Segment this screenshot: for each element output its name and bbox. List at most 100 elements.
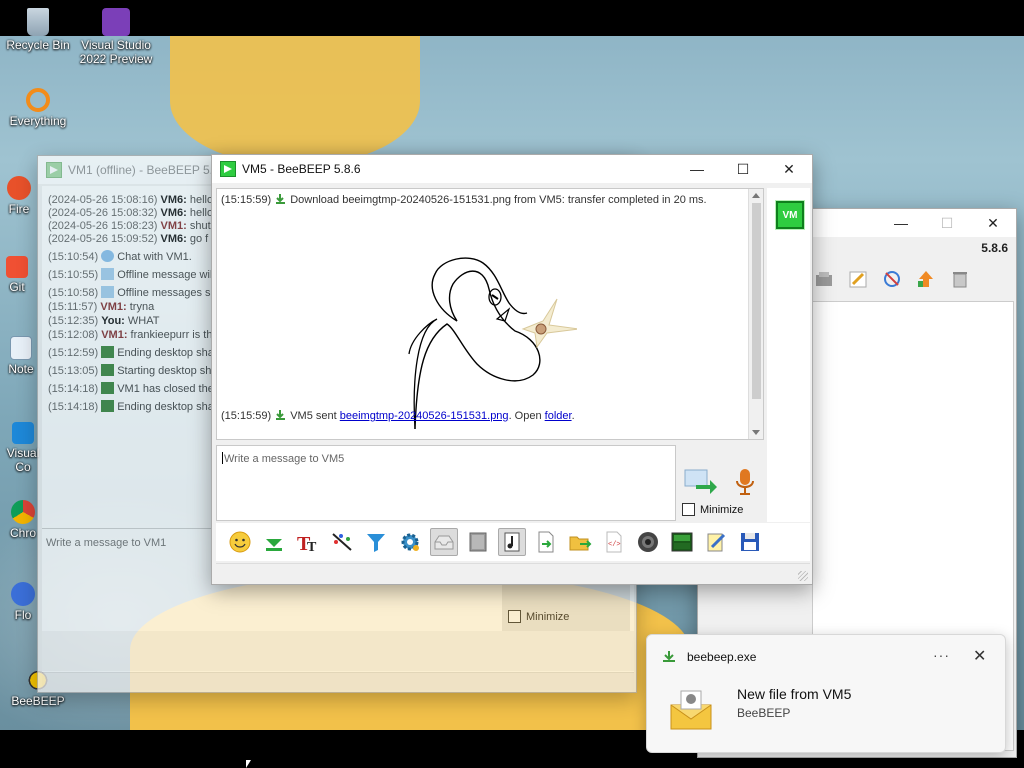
chat-line: (2024-05-26 15:08:23) VM1: shut <box>48 220 211 232</box>
share-folder-button[interactable] <box>566 528 594 556</box>
message-text: Ending desktop sha <box>117 347 214 359</box>
share-file-button[interactable] <box>532 528 560 556</box>
font-icon: TT <box>297 533 317 554</box>
resize-grip[interactable] <box>798 571 808 581</box>
notification-toast[interactable]: beebeep.exe ··· ✕ New file from VM5 BeeB… <box>646 634 1006 753</box>
chat-line: (2024-05-26 15:08:32) VM6: hello <box>48 207 213 219</box>
envelope-icon <box>101 286 115 298</box>
desktop-icon-visual-studio[interactable]: Visual Studio 2022 Preview <box>78 8 154 66</box>
emoticon-button[interactable] <box>226 528 254 556</box>
timestamp: (15:13:05) <box>48 365 99 377</box>
sent-suffix: . <box>571 410 575 422</box>
book-icon <box>469 532 487 552</box>
timestamp: (2024-05-26 15:08:32) <box>48 207 158 219</box>
desktop-share-button[interactable] <box>668 528 696 556</box>
window-title: VM1 (offline) - BeeBEEP 5.8 <box>68 163 220 177</box>
timestamp: (15:10:55) <box>48 269 99 281</box>
save-window-button[interactable] <box>736 528 764 556</box>
minimize-checkbox[interactable] <box>682 503 695 516</box>
chrome-icon <box>11 500 35 524</box>
folder-link[interactable]: folder <box>545 410 572 422</box>
username: VM1: <box>100 301 127 313</box>
received-drawing-image <box>408 257 577 430</box>
firefox-icon <box>7 176 31 200</box>
titlebar: VM5 - BeeBEEP 5.8.6 — ☐ ✕ <box>212 155 812 183</box>
close-window-button[interactable]: ✕ <box>766 155 812 183</box>
inbox-tray-icon <box>434 535 454 550</box>
toast-close-icon[interactable]: ✕ <box>973 646 986 666</box>
version-label: 5.8.6 <box>981 241 1008 255</box>
screenshot-button[interactable] <box>634 528 662 556</box>
timestamp: (15:15:59) <box>221 410 272 422</box>
filter-icon <box>367 534 385 552</box>
edit-group-button[interactable] <box>702 528 730 556</box>
send-file-button[interactable] <box>260 528 288 556</box>
maximize-window-button[interactable]: ☐ <box>720 155 766 183</box>
edit-icon[interactable] <box>844 265 872 293</box>
trash-icon[interactable] <box>946 265 974 293</box>
minimize-row: Minimize <box>682 503 743 516</box>
sent-prefix: VM5 sent <box>290 410 340 422</box>
timestamp: (15:10:54) <box>48 251 99 263</box>
chat-scrollbar[interactable] <box>748 189 763 439</box>
html-button[interactable]: </> <box>600 528 628 556</box>
users-icon[interactable] <box>810 265 838 293</box>
spellcheck-button[interactable] <box>464 528 492 556</box>
scroll-down-arrow-icon[interactable] <box>752 430 760 435</box>
filter-button[interactable] <box>362 528 390 556</box>
statusbar <box>216 563 810 583</box>
toast-subtitle: BeeBEEP <box>737 706 791 720</box>
voice-message-button[interactable] <box>732 467 758 497</box>
send-button[interactable] <box>684 467 718 495</box>
file-link[interactable]: beeimgtmp-20240526-151531.png <box>340 410 509 422</box>
scroll-up-arrow-icon[interactable] <box>752 193 760 198</box>
minimize-window-button[interactable]: — <box>674 155 720 183</box>
network-icon[interactable] <box>878 265 906 293</box>
chat-line: (15:10:54) Chat with VM1. <box>48 250 192 263</box>
chat-line: (2024-05-26 15:09:52) VM6: go f <box>48 233 208 245</box>
camera-lens-icon <box>638 532 658 552</box>
maximize-window-button[interactable]: ☐ <box>924 209 970 237</box>
username: You: <box>101 315 125 327</box>
chat-settings-button[interactable] <box>396 528 424 556</box>
vm5-avatar[interactable]: VM <box>776 201 804 229</box>
desktop-icon-everything[interactable]: Everything <box>0 88 76 128</box>
timestamp: (15:12:08) <box>48 329 99 341</box>
font-color-button[interactable] <box>328 528 356 556</box>
minimize-row: Minimize <box>508 610 569 623</box>
desktop-icon-label: Everything <box>9 114 67 128</box>
timestamp: (2024-05-26 15:08:23) <box>48 220 158 232</box>
document-arrow-icon <box>538 531 554 553</box>
vm1-send-panel: Minimize <box>502 576 630 636</box>
desktop-icon-git[interactable]: Git <box>0 256 42 294</box>
recycle-bin-icon <box>27 8 49 36</box>
minimize-window-button[interactable]: — <box>878 209 924 237</box>
update-icon[interactable] <box>912 265 940 293</box>
scroll-thumb[interactable] <box>752 203 761 399</box>
note-icon <box>504 532 520 552</box>
chat-line: (15:14:18) Ending desktop sha <box>48 400 214 413</box>
desktop-icon-recycle-bin[interactable]: Recycle Bin <box>0 8 76 52</box>
chat-line: (15:10:58) Offline messages se <box>48 286 217 299</box>
input-placeholder: Write a message to VM5 <box>224 453 345 465</box>
window-title: VM5 - BeeBEEP 5.8.6 <box>242 162 361 176</box>
main-toolbar <box>810 265 974 301</box>
save-chat-button[interactable] <box>430 528 458 556</box>
wallpaper-shape <box>170 36 420 166</box>
notepad-pencil-icon <box>707 533 726 552</box>
titlebar-buttons: — ☐ ✕ <box>878 209 1016 237</box>
chat-line: (15:11:57) VM1: tryna <box>48 301 154 313</box>
message-input[interactable]: Write a message to VM5 <box>216 445 676 521</box>
toast-more-options-button[interactable]: ··· <box>933 647 950 663</box>
minimize-checkbox[interactable] <box>508 610 521 623</box>
font-button[interactable]: TT <box>294 528 322 556</box>
floppy-disk-icon <box>741 533 759 551</box>
download-arrow-icon <box>274 193 287 205</box>
desktop-icon-label: Chro <box>9 526 36 540</box>
compact-chat-button[interactable] <box>498 528 526 556</box>
close-window-button[interactable]: ✕ <box>970 209 1016 237</box>
envelope-icon <box>101 268 115 280</box>
chat-line: (15:12:59) Ending desktop sha <box>48 346 214 359</box>
toast-header: beebeep.exe <box>661 649 756 665</box>
floorp-icon <box>11 582 35 606</box>
